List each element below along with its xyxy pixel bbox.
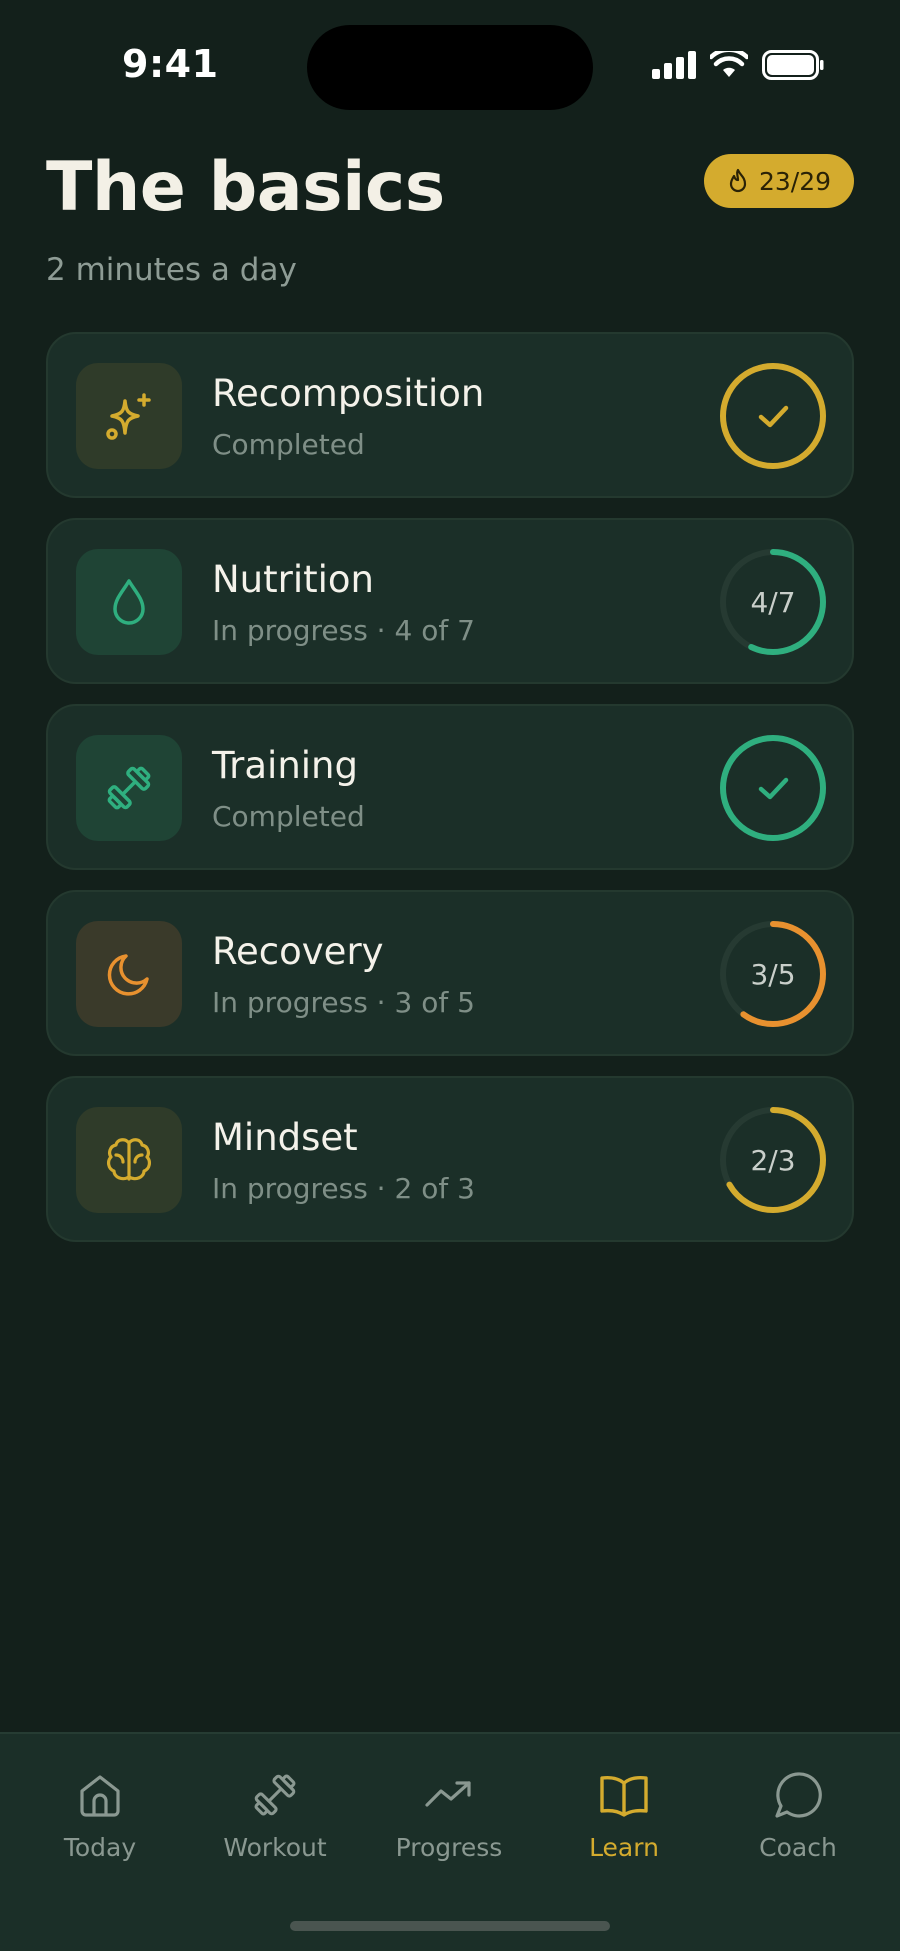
flame-icon: [729, 168, 747, 193]
lesson-status: In progress · 3 of 5: [212, 986, 475, 1019]
tab-label: Coach: [759, 1833, 837, 1862]
lesson-status: In progress · 4 of 7: [212, 614, 475, 647]
lesson-status: Completed: [212, 428, 365, 461]
status-icons: [652, 50, 824, 80]
tab-label: Progress: [395, 1833, 503, 1862]
lesson-card-training[interactable]: Training Completed: [46, 704, 854, 870]
lesson-icon-box: [76, 549, 182, 655]
moon-icon: [107, 954, 149, 996]
lesson-card-mindset[interactable]: Mindset In progress · 2 of 3 2/3: [46, 1076, 854, 1242]
learn-screen: 9:41 The basics 2 minutes a day 23/29 Re…: [0, 0, 900, 1951]
progress-ring-label: 3/5: [750, 957, 796, 991]
lesson-icon-box: [76, 363, 182, 469]
tab-label: Workout: [223, 1833, 327, 1862]
tab-today[interactable]: Today: [25, 1769, 175, 1862]
lesson-icon-box: [76, 1107, 182, 1213]
brain-icon: [107, 1138, 151, 1181]
lesson-card-nutrition[interactable]: Nutrition In progress · 4 of 7 4/7: [46, 518, 854, 684]
tab-label: Learn: [589, 1833, 659, 1862]
lesson-title: Recovery: [212, 930, 384, 973]
lesson-list: Recomposition Completed Nutrition In pro…: [46, 332, 854, 1262]
tab-progress[interactable]: Progress: [374, 1769, 524, 1862]
lesson-title: Mindset: [212, 1116, 358, 1159]
trend-up-icon: [425, 1781, 471, 1807]
status-time: 9:41: [122, 42, 219, 86]
progress-ring: [720, 363, 826, 469]
page-subtitle: 2 minutes a day: [46, 252, 297, 288]
chat-bubble-icon: [775, 1772, 822, 1818]
signal-icon: [652, 51, 696, 79]
droplet-icon: [113, 579, 145, 625]
tab-workout[interactable]: Workout: [200, 1769, 350, 1862]
wifi-icon: [710, 51, 748, 77]
checkmark-icon: [758, 777, 789, 800]
tab-coach[interactable]: Coach: [723, 1769, 873, 1862]
battery-icon: [762, 50, 824, 80]
dumbbell-icon: [254, 1774, 296, 1816]
lesson-icon-box: [76, 921, 182, 1027]
lesson-title: Training: [212, 744, 358, 787]
home-icon: [80, 1775, 120, 1817]
dumbbell-icon: [107, 766, 151, 810]
lesson-title: Nutrition: [212, 558, 375, 601]
progress-ring-label: 4/7: [750, 585, 796, 619]
sparkles-icon: [106, 393, 151, 440]
checkmark-icon: [758, 405, 789, 428]
streak-value: 23/29: [758, 166, 832, 196]
lesson-card-recomposition[interactable]: Recomposition Completed: [46, 332, 854, 498]
lesson-icon-box: [76, 735, 182, 841]
tab-label: Today: [63, 1833, 137, 1862]
book-open-icon: [600, 1775, 648, 1817]
tab-learn[interactable]: Learn: [549, 1769, 699, 1862]
tab-bar: Today Workout Progress Learn Coach: [0, 1732, 900, 1951]
dynamic-island: [307, 25, 593, 110]
streak-badge[interactable]: 23/29: [704, 154, 854, 208]
page-title: The basics: [46, 148, 445, 227]
progress-ring-label: 2/3: [750, 1143, 796, 1177]
lesson-title: Recomposition: [212, 372, 485, 415]
lesson-status: In progress · 2 of 3: [212, 1172, 475, 1205]
home-indicator[interactable]: [290, 1921, 610, 1931]
progress-ring: [720, 735, 826, 841]
lesson-card-recovery[interactable]: Recovery In progress · 3 of 5 3/5: [46, 890, 854, 1056]
lesson-status: Completed: [212, 800, 365, 833]
